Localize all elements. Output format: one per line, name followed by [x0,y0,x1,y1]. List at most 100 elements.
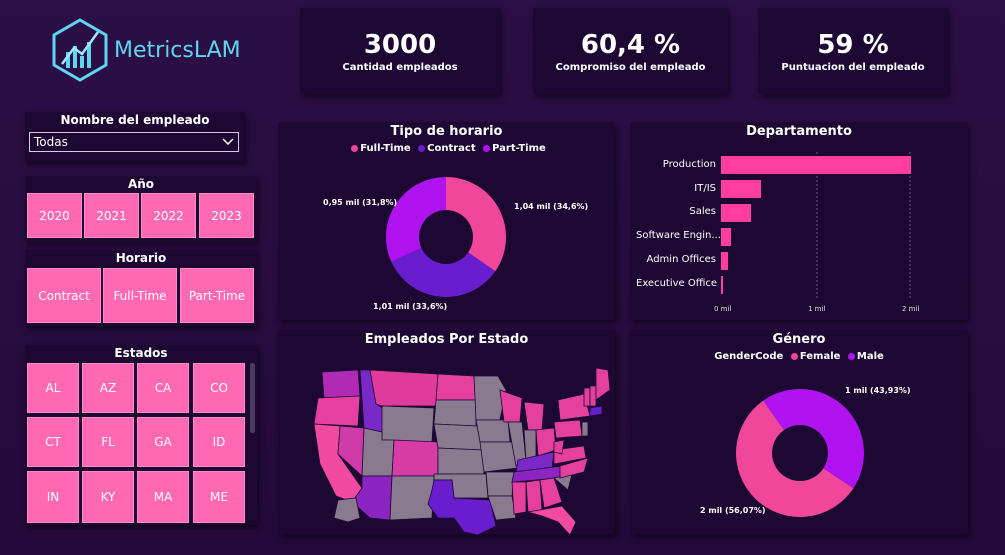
kpi-score-value: 59 % [817,30,889,60]
legend-female: Female [799,351,841,362]
state-fl [527,505,577,535]
donut-slice-part-time[interactable] [386,177,446,262]
legend-contract: Contract [427,143,476,154]
kpi-score-label: Puntuacion del empleado [781,62,925,73]
schedule-label-contract: 1,01 mil (33,6%) [373,302,448,311]
map-title: Empleados Por Estado [364,332,529,347]
state-button-ky[interactable]: KY [82,471,134,523]
schedule-slicer-title: Horario [115,251,167,265]
kpi-engagement-value: 60,4 % [580,30,681,60]
schedule-chart-panel: Tipo de horario Full-Time Contract Part-… [278,122,615,320]
state-wy [381,405,435,443]
employee-dropdown[interactable]: Todas [29,132,239,152]
year-button-2023[interactable]: 2023 [199,193,254,238]
state-button-az[interactable]: AZ [82,363,134,413]
state-nm [389,475,435,521]
year-button-2022[interactable]: 2022 [141,193,196,238]
state-al [525,479,543,513]
dept-label-software: Software Engin... [636,230,721,241]
schedule-button-part-time[interactable]: Part-Time [180,268,254,323]
brand-logo: MetricsLAM [50,18,250,82]
state-mi [523,401,545,431]
year-slicer-title: Año [127,177,155,191]
state-wi [499,389,523,423]
state-button-co[interactable]: CO [193,363,245,413]
states-slicer-title: Estados [114,346,168,360]
gender-chart-legend: GenderCode Female Male [630,351,968,362]
gender-chart-panel: Género GenderCode Female Male 1 mil (43,… [630,330,968,534]
state-mt [369,369,439,407]
state-button-id[interactable]: ID [193,417,245,467]
state-button-ga[interactable]: GA [137,417,189,467]
state-ar [485,471,515,497]
dept-tick-1: 1 mil [808,305,826,313]
state-ne [433,423,483,451]
state-button-in[interactable]: IN [27,471,79,523]
dept-label-it: IT/IS [694,183,716,194]
schedule-button-contract[interactable]: Contract [27,268,101,323]
state-button-me[interactable]: ME [193,471,245,523]
kpi-employees-card: 3000 Cantidad empleados [300,8,500,94]
state-me [595,367,611,401]
logo-hexagon-icon [52,18,108,82]
legend-full-time: Full-Time [360,143,411,154]
state-co [391,439,439,477]
state-ia [475,419,511,443]
dept-tick-0: 0 mil [714,305,732,313]
employee-dropdown-value: Todas [34,135,68,149]
dept-bar-1[interactable] [721,180,761,198]
state-button-al[interactable]: AL [27,363,79,413]
dept-bar-2[interactable] [721,204,752,222]
donut-slice-full-time[interactable] [446,177,506,272]
dept-tick-2: 2 mil [902,305,920,313]
map-panel: Empleados Por Estado [278,330,615,535]
dept-label-production: Production [662,159,716,170]
kpi-engagement-label: Compromiso del empleado [555,62,706,73]
legend-dot-contract [418,144,426,152]
state-vt [583,387,591,407]
dept-bar-0[interactable] [721,156,911,174]
us-map[interactable] [278,350,615,535]
state-button-ca[interactable]: CA [137,363,189,413]
kpi-employees-label: Cantidad empleados [342,62,458,73]
state-button-fl[interactable]: FL [82,417,134,467]
state-wa [321,369,361,399]
schedule-chart-legend: Full-Time Contract Part-Time [278,143,615,154]
schedule-label-full-time: 1,04 mil (34,6%) [514,202,589,211]
year-button-2020[interactable]: 2020 [27,193,82,238]
state-wv [553,439,565,455]
states-slicer: Estados AL AZ CA CO CT FL GA ID IN KY MA… [25,345,257,525]
legend-dot-part-time [483,144,491,152]
state-oh [535,427,557,457]
state-nd [435,373,477,401]
kpi-score-card: 59 % Puntuacion del empleado [758,8,948,94]
dept-label-sales: Sales [689,206,716,217]
dept-bar-3[interactable] [721,228,732,246]
year-slicer: Año 2020 2021 2022 2023 [25,176,257,242]
states-scrollbar[interactable] [250,363,255,433]
state-button-ct[interactable]: CT [27,417,79,467]
gender-legend-title: GenderCode [714,351,784,362]
state-ak [333,497,361,523]
schedule-button-full-time[interactable]: Full-Time [103,268,177,323]
dept-bar-4[interactable] [721,252,728,270]
state-sd [433,399,477,427]
dept-bar-5[interactable] [721,276,723,294]
schedule-label-part-time: 0,95 mil (31,8%) [323,198,398,207]
state-ks [437,447,485,475]
gender-label-female: 2 mil (56,07%) [700,506,766,515]
state-ma [589,405,603,417]
state-pa [553,419,583,439]
schedule-chart-title: Tipo de horario [390,124,503,139]
year-button-2021[interactable]: 2021 [84,193,139,238]
state-in [523,429,537,461]
legend-part-time: Part-Time [492,143,546,154]
brand-name: MetricsLAM [114,38,241,63]
employee-slicer: Nombre del empleado Todas [25,112,245,162]
legend-dot-male [847,352,855,360]
gender-label-male: 1 mil (43,93%) [845,386,911,395]
chevron-down-icon [222,138,234,146]
state-button-ma[interactable]: MA [137,471,189,523]
kpi-engagement-card: 60,4 % Compromiso del empleado [533,8,728,94]
state-or [313,395,361,427]
